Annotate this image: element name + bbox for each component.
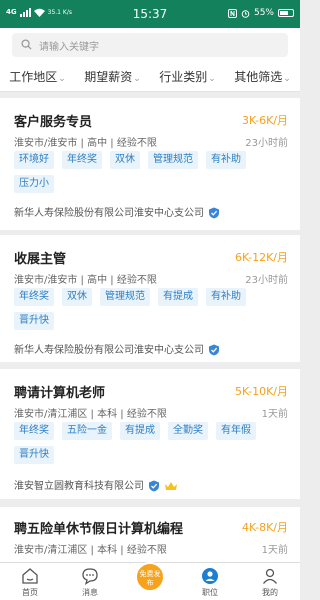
job-tag: 有补助 — [206, 151, 246, 169]
job-post-time: 23小时前 — [245, 138, 288, 149]
filter-label: 工作地区 — [9, 70, 58, 84]
job-title: 客户服务专员 — [14, 115, 93, 130]
status-icons-right: 55% — [227, 8, 294, 18]
company-name: 淮安智立圆教育科技有限公司 — [14, 481, 144, 492]
job-tag: 年终奖 — [14, 288, 54, 306]
company-name: 新华人寿保险股份有限公司淮安中心支公司 — [14, 345, 204, 356]
user-icon — [262, 568, 278, 584]
filter-label: 期望薪资 — [84, 70, 133, 84]
job-meta: 淮安市/清江浦区 | 本科 | 经验不限 — [14, 545, 167, 556]
job-meta: 淮安市/淮安市 | 高中 | 经验不限 — [14, 138, 157, 149]
job-tag: 有补助 — [206, 288, 246, 306]
status-bar: 4G 35.1 K/s 15:37 55% — [0, 0, 300, 28]
briefcase-user-icon — [202, 568, 218, 584]
job-tag: 有提成 — [120, 422, 160, 440]
chevron-down-icon: ⌄ — [58, 74, 66, 84]
battery-icon — [278, 9, 294, 17]
filter-label: 行业类别 — [159, 70, 208, 84]
job-title: 聘请计算机老师 — [14, 386, 106, 401]
job-tag: 管理规范 — [100, 288, 150, 306]
chevron-down-icon: ⌄ — [133, 74, 141, 84]
job-tag: 环境好 — [14, 151, 54, 169]
tab-label: 职位 — [202, 588, 218, 597]
job-tag: 压力小 — [14, 175, 54, 193]
job-card[interactable]: 聘五险单休节假日计算机编程 4K-8K/月 淮安市/清江浦区 | 本科 | 经验… — [0, 507, 300, 563]
job-salary: 6K-12K/月 — [235, 251, 288, 264]
job-post-time: 1天前 — [261, 545, 288, 556]
company-name-row[interactable]: 新华人寿保险股份有限公司淮安中心支公司 — [14, 204, 220, 219]
job-salary: 3K-6K/月 — [242, 114, 288, 127]
alarm-icon — [241, 9, 250, 18]
filter-other[interactable]: 其他筛选⌄ — [225, 62, 300, 91]
job-tag: 晋升快 — [14, 446, 54, 464]
job-meta: 淮安市/淮安市 | 高中 | 经验不限 — [14, 275, 157, 286]
job-tag: 双休 — [110, 151, 140, 169]
job-tag: 全勤奖 — [168, 422, 208, 440]
job-tags: 年终奖 五险一金 有提成 全勤奖 有年假 晋升快 — [14, 422, 284, 464]
tab-messages[interactable]: 消息 — [60, 563, 120, 600]
chevron-down-icon: ⌄ — [208, 74, 216, 84]
job-tag: 五险一金 — [62, 422, 112, 440]
job-tag: 有提成 — [158, 288, 198, 306]
search-area: 请输入关键字 — [0, 28, 300, 62]
tab-label: 消息 — [82, 588, 98, 597]
job-tag: 管理规范 — [148, 151, 198, 169]
tab-jobs[interactable]: 职位 — [180, 563, 240, 600]
verified-badge-icon — [209, 207, 219, 219]
chat-bubble-icon — [82, 568, 98, 585]
company-name-row[interactable]: 淮安智立圆教育科技有限公司 — [14, 477, 178, 492]
free-post-button[interactable]: 免费发布 — [135, 562, 165, 592]
company-name-row[interactable]: 新华人寿保险股份有限公司淮安中心支公司 — [14, 341, 220, 356]
job-post-time: 23小时前 — [245, 275, 288, 286]
job-post-time: 1天前 — [261, 409, 288, 420]
search-input[interactable]: 请输入关键字 — [12, 33, 288, 57]
job-card[interactable]: 客户服务专员 3K-6K/月 淮安市/淮安市 | 高中 | 经验不限 23小时前… — [0, 98, 300, 230]
job-tag: 双休 — [62, 288, 92, 306]
tab-label: 我的 — [262, 588, 278, 597]
job-title: 聘五险单休节假日计算机编程 — [14, 522, 184, 537]
job-tag: 年终奖 — [14, 422, 54, 440]
vip-crown-icon — [165, 482, 177, 490]
filter-industry[interactable]: 行业类别⌄ — [150, 62, 225, 91]
tab-mine[interactable]: 我的 — [240, 563, 300, 600]
tab-home[interactable]: 首页 — [0, 563, 60, 600]
filter-label: 其他筛选 — [234, 70, 283, 84]
nfc-icon — [227, 8, 237, 18]
filter-work-area[interactable]: 工作地区⌄ — [0, 62, 75, 91]
job-tag: 有年假 — [216, 422, 256, 440]
search-placeholder: 请输入关键字 — [39, 42, 99, 53]
battery-percent: 55% — [253, 8, 274, 18]
job-meta: 淮安市/清江浦区 | 本科 | 经验不限 — [14, 409, 167, 420]
company-name: 新华人寿保险股份有限公司淮安中心支公司 — [14, 208, 204, 219]
filter-salary[interactable]: 期望薪资⌄ — [75, 62, 150, 91]
job-title: 收展主管 — [14, 252, 67, 267]
tab-label: 首页 — [22, 588, 38, 597]
job-salary: 4K-8K/月 — [242, 521, 288, 534]
verified-badge-icon — [149, 480, 159, 492]
job-tag: 年终奖 — [62, 151, 102, 169]
job-salary: 5K-10K/月 — [235, 385, 288, 398]
verified-badge-icon — [209, 344, 219, 356]
job-tags: 环境好 年终奖 双休 管理规范 有补助 压力小 — [14, 151, 284, 193]
search-icon — [21, 39, 32, 50]
job-card[interactable]: 收展主管 6K-12K/月 淮安市/淮安市 | 高中 | 经验不限 23小时前 … — [0, 235, 300, 362]
job-card[interactable]: 聘请计算机老师 5K-10K/月 淮安市/清江浦区 | 本科 | 经验不限 1天… — [0, 369, 300, 499]
job-tag: 晋升快 — [14, 312, 54, 330]
filter-bar: 工作地区⌄ 期望薪资⌄ 行业类别⌄ 其他筛选⌄ — [0, 62, 300, 92]
job-tags: 年终奖 双休 管理规范 有提成 有补助 晋升快 — [14, 288, 284, 330]
chevron-down-icon: ⌄ — [283, 74, 291, 84]
home-icon — [22, 568, 38, 584]
